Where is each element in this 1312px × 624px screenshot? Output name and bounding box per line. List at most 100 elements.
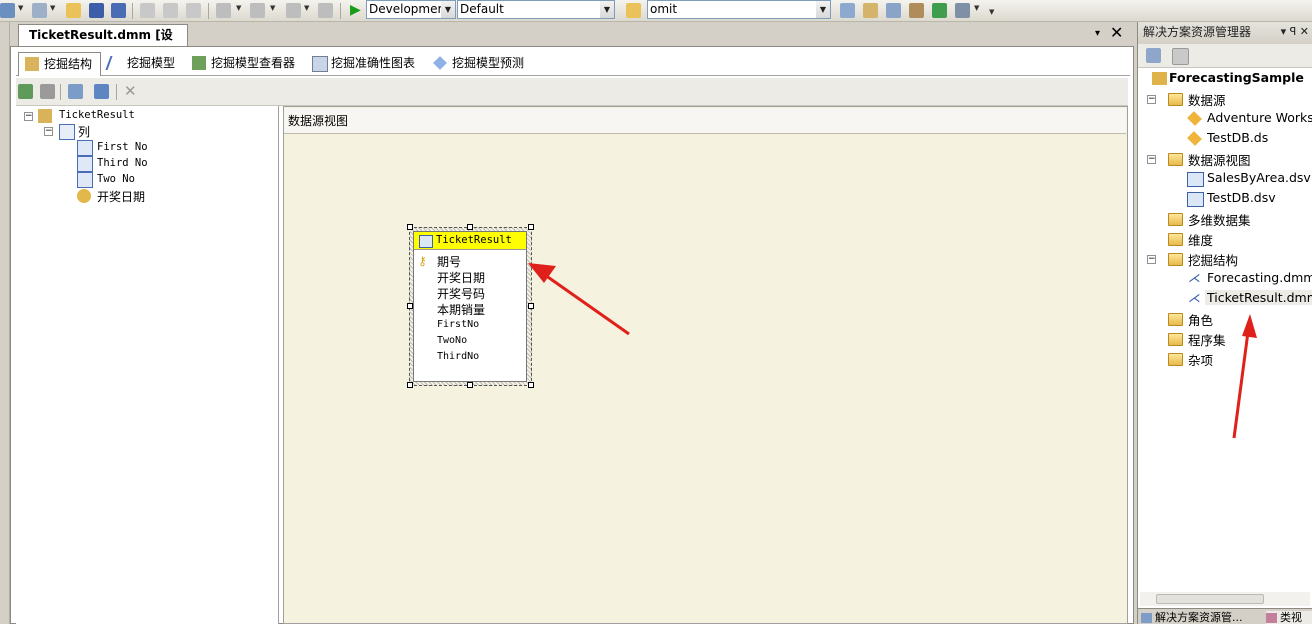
chevron-down-icon[interactable]: ▼ xyxy=(600,1,614,18)
save-icon[interactable] xyxy=(89,3,104,18)
tab-label: 挖掘模型查看器 xyxy=(211,56,296,70)
tab-class-view[interactable]: 类视 xyxy=(1266,611,1312,624)
add-nested-table-icon[interactable] xyxy=(68,84,83,99)
open-folder-icon[interactable] xyxy=(66,3,81,18)
resize-handle[interactable] xyxy=(528,303,534,309)
dsv-column[interactable]: 本期销量 xyxy=(437,301,485,318)
collapse-icon[interactable]: − xyxy=(1147,95,1156,104)
collapse-icon[interactable]: − xyxy=(1147,155,1156,164)
resize-handle[interactable] xyxy=(528,382,534,388)
object-browser-icon[interactable] xyxy=(886,3,901,18)
primary-key-icon: ⚷ xyxy=(418,254,427,268)
tab-mining-structure[interactable]: 挖掘结构 xyxy=(18,52,102,76)
tree-column-item[interactable]: Two No xyxy=(97,173,135,185)
dsv-table-header[interactable]: TicketResult xyxy=(414,232,526,250)
folder-dimensions[interactable]: 维度 xyxy=(1188,230,1213,249)
node-mining-structure-selected[interactable]: TicketResult.dmm xyxy=(1205,290,1312,305)
collapse-icon[interactable]: − xyxy=(1147,255,1156,264)
copy-icon[interactable] xyxy=(163,3,178,18)
add-item-icon[interactable] xyxy=(32,3,47,18)
tab-ticketresult-dmm[interactable]: TicketResult.dmm [设计]* xyxy=(18,24,188,62)
chevron-down-icon[interactable]: ▼ xyxy=(304,4,309,12)
chevron-down-icon[interactable]: ▼ xyxy=(18,4,23,12)
solution-configuration-combo[interactable]: Developmer ▼ xyxy=(366,0,456,19)
find-in-files-icon[interactable] xyxy=(626,3,641,18)
tab-mining-model-prediction[interactable]: 挖掘模型预测 xyxy=(427,52,532,75)
tab-label: 解决方案资源管... xyxy=(1155,611,1243,624)
tree-key-column[interactable]: 开奖日期 xyxy=(97,188,145,205)
chevron-down-icon[interactable]: ▼ xyxy=(974,4,979,12)
chevron-down-icon[interactable]: ▼ xyxy=(270,4,275,12)
tree-column-item[interactable]: Third No xyxy=(97,157,148,169)
find-icon[interactable] xyxy=(840,3,855,18)
redo-icon[interactable] xyxy=(250,3,265,18)
dsv-column[interactable]: 期号 xyxy=(437,253,461,270)
add-table-icon[interactable] xyxy=(94,84,109,99)
command-window-icon[interactable] xyxy=(955,3,970,18)
resize-handle[interactable] xyxy=(528,224,534,230)
folder-miscellaneous[interactable]: 杂项 xyxy=(1188,350,1213,369)
dsv-column[interactable]: ThirdNo xyxy=(437,351,479,362)
resize-handle[interactable] xyxy=(407,224,413,230)
find-combo[interactable]: omit ▼ xyxy=(647,0,831,19)
start-debugging-icon[interactable]: ▶ xyxy=(350,2,361,18)
scrollbar-thumb[interactable] xyxy=(1156,594,1264,604)
chevron-down-icon[interactable]: ▼ xyxy=(236,4,241,12)
add-column-icon[interactable] xyxy=(18,84,33,99)
toolbar-separator xyxy=(60,84,61,100)
folder-data-sources[interactable]: 数据源 xyxy=(1188,90,1226,109)
tree-columns-folder[interactable]: 列 xyxy=(78,123,90,140)
folder-data-source-views[interactable]: 数据源视图 xyxy=(1188,150,1251,169)
node-mining-structure[interactable]: Forecasting.dmm xyxy=(1207,270,1312,285)
chevron-down-icon[interactable]: ▼ xyxy=(441,1,455,18)
resize-handle[interactable] xyxy=(407,382,413,388)
resize-handle[interactable] xyxy=(467,382,473,388)
start-page-icon[interactable] xyxy=(932,3,947,18)
navigate-back-icon[interactable] xyxy=(286,3,301,18)
chevron-down-icon[interactable]: ▼ xyxy=(816,1,830,18)
project-node[interactable]: ForecastingSample xyxy=(1169,70,1304,85)
solution-platform-combo[interactable]: Default ▼ xyxy=(457,0,615,19)
properties-icon[interactable] xyxy=(1146,48,1161,63)
show-all-files-icon[interactable] xyxy=(1172,48,1189,65)
collapse-icon[interactable]: − xyxy=(44,127,53,136)
undo-icon[interactable] xyxy=(216,3,231,18)
toolbox-icon[interactable] xyxy=(909,3,924,18)
node-data-source[interactable]: Adventure Works xyxy=(1207,110,1312,125)
properties-icon[interactable] xyxy=(863,3,878,18)
folder-assemblies[interactable]: 程序集 xyxy=(1188,330,1226,349)
folder-roles[interactable]: 角色 xyxy=(1188,310,1213,329)
toolbar-overflow-icon[interactable]: ▼ xyxy=(989,8,994,16)
tab-mining-accuracy-chart[interactable]: 挖掘准确性图表 xyxy=(306,52,423,75)
chevron-down-icon[interactable]: ▼ xyxy=(50,4,55,12)
process-icon[interactable] xyxy=(40,84,55,99)
class-view-icon xyxy=(1266,613,1277,623)
collapse-icon[interactable]: − xyxy=(24,112,33,121)
window-buttons[interactable]: ▾ ꟼ ✕ xyxy=(1281,22,1309,42)
close-document-icon[interactable]: ✕ xyxy=(1110,23,1123,42)
tab-mining-models[interactable]: 挖掘模型 xyxy=(102,52,183,75)
new-project-icon[interactable] xyxy=(0,3,15,18)
navigate-forward-icon[interactable] xyxy=(318,3,333,18)
tree-root-ticketresult[interactable]: TicketResult xyxy=(59,109,135,121)
delete-icon[interactable]: ✕ xyxy=(124,82,137,100)
active-files-dropdown-icon[interactable]: ▾ xyxy=(1095,28,1100,39)
folder-cubes[interactable]: 多维数据集 xyxy=(1188,210,1251,229)
node-dsv[interactable]: SalesByArea.dsv xyxy=(1207,170,1311,185)
node-data-source[interactable]: TestDB.ds xyxy=(1207,130,1268,145)
paste-icon[interactable] xyxy=(186,3,201,18)
dsv-column[interactable]: 开奖日期 xyxy=(437,269,485,286)
resize-handle[interactable] xyxy=(467,224,473,230)
node-dsv[interactable]: TestDB.dsv xyxy=(1207,190,1276,205)
tab-mining-model-viewer[interactable]: 挖掘模型查看器 xyxy=(186,52,303,75)
cut-icon[interactable] xyxy=(140,3,155,18)
designer-toolbar: ✕ xyxy=(16,78,1128,106)
dsv-column[interactable]: 开奖号码 xyxy=(437,285,485,302)
tab-solution-explorer[interactable]: 解决方案资源管... xyxy=(1141,611,1251,624)
folder-mining-structures[interactable]: 挖掘结构 xyxy=(1188,250,1238,269)
project-icon xyxy=(1152,72,1167,85)
dsv-column[interactable]: FirstNo xyxy=(437,319,479,330)
dsv-column[interactable]: TwoNo xyxy=(437,335,467,346)
tree-column-item[interactable]: First No xyxy=(97,141,148,153)
save-all-icon[interactable] xyxy=(111,3,126,18)
